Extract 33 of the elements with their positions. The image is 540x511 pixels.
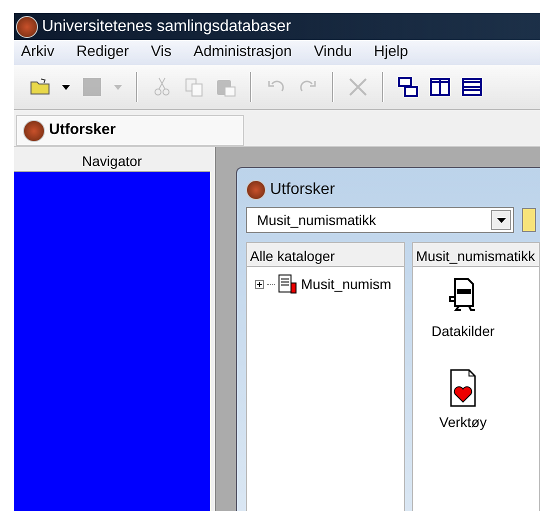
tile-vertical-icon: [429, 76, 451, 98]
menu-item[interactable]: Arkiv: [21, 41, 54, 64]
database-dropdown[interactable]: Musit_numismatikk: [246, 207, 514, 233]
column-header[interactable]: Alle kataloger: [247, 243, 404, 267]
item-label: Verktøy: [439, 413, 487, 432]
copy-icon: [183, 76, 205, 98]
delete-icon: [347, 76, 369, 98]
window-title: Universitetenes samlingsdatabaser: [42, 16, 292, 36]
item-label: Datakilder: [431, 322, 495, 341]
column-header[interactable]: Musit_numismatikk: [413, 243, 539, 267]
caret-icon: [114, 84, 122, 90]
caret-icon: [62, 84, 70, 90]
expand-toggle-icon[interactable]: [255, 280, 264, 288]
menu-item[interactable]: Vis: [150, 41, 172, 64]
menu-item[interactable]: Hjelp: [374, 41, 408, 64]
list-item[interactable]: Datakilder: [431, 277, 495, 342]
dropdown-value: Musit_numismatikk: [257, 210, 376, 230]
tree-item-label[interactable]: Musit_numism: [301, 274, 392, 294]
folder-icon[interactable]: [522, 208, 536, 232]
menu-item[interactable]: Vindu: [314, 41, 352, 64]
document-tab[interactable]: Utforsker: [16, 115, 244, 146]
catalog-icon: [278, 273, 298, 295]
window-title: Utforsker: [270, 180, 335, 200]
menu-item[interactable]: Rediger: [76, 41, 129, 64]
square-icon: [81, 76, 103, 98]
tile-horizontal-icon: [461, 76, 483, 98]
list-item[interactable]: Verktøy: [431, 368, 495, 433]
menu-item[interactable]: Administrasjon: [193, 41, 292, 64]
app-logo-icon: [23, 120, 45, 142]
app-logo-icon: [16, 16, 38, 38]
app-logo-icon: [246, 180, 266, 200]
cascade-windows-icon: [397, 76, 419, 98]
tab-label: Utforsker: [49, 120, 116, 140]
